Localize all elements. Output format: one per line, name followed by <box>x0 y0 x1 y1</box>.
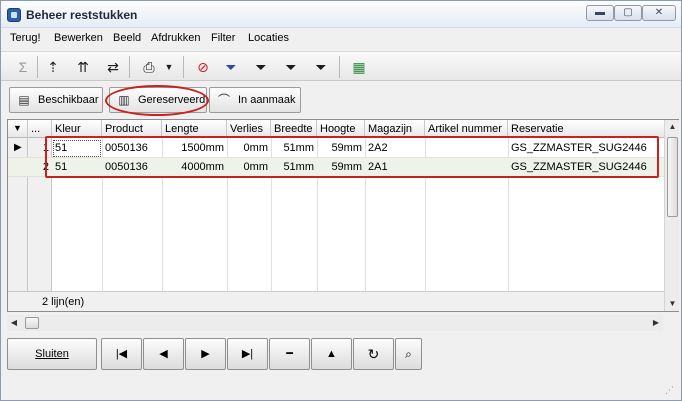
in-production-filter-button[interactable]: ⌒ In aanmaak <box>209 87 301 113</box>
sort-ascending-icon[interactable]: ⇡ <box>43 57 63 77</box>
sort-reset-icon[interactable]: ⇄ <box>103 57 123 77</box>
filter-price-icon[interactable]: ⏷ <box>251 57 271 77</box>
toolbar-separator <box>129 56 130 78</box>
app-icon <box>7 8 21 22</box>
toolbar-separator <box>37 56 38 78</box>
current-row-indicator-icon: ▶ <box>14 142 22 153</box>
in-production-label: In aanmaak <box>238 94 296 106</box>
menu-bar: Terug! Bewerken Beeld Afdrukken Filter L… <box>1 29 681 49</box>
available-label: Beschikbaar <box>38 94 99 106</box>
production-icon: ⌒ <box>217 93 230 107</box>
menu-afdrukken[interactable]: Afdrukken <box>151 32 201 44</box>
toolbar: Σ ⇡ ⇈ ⇄ ⎙ ▼ ⊘ ⏷ ⏷ ⏷ ⏷ ▦ <box>1 51 681 81</box>
toolbar-separator <box>339 56 340 78</box>
printer-icon[interactable]: ⎙ <box>139 57 159 77</box>
pieces-icon: ▤ <box>18 93 30 107</box>
last-record-icon[interactable]: ▶| <box>227 338 268 370</box>
reserved-highlight-ellipse <box>105 85 209 116</box>
row-count: 2 lijn(en) <box>42 296 85 308</box>
filter-bar: ▤ Beschikbaar ▥ Gereserveerd ⌒ In aanmaa… <box>1 83 681 117</box>
column-chooser-icon[interactable]: ▼ <box>8 120 28 138</box>
scroll-up-icon[interactable]: ▲ <box>665 120 680 134</box>
scroll-down-icon[interactable]: ▼ <box>665 297 680 311</box>
navigation-bar: Sluiten |◀ ◀ ▶ ▶| ━ ▲ ↻ ⌕ <box>1 334 681 374</box>
previous-record-icon[interactable]: ◀ <box>143 338 184 370</box>
first-record-icon[interactable]: |◀ <box>101 338 142 370</box>
grid-layout-icon[interactable]: ▦ <box>349 57 369 77</box>
filter-document-icon[interactable]: ⏷ <box>311 57 331 77</box>
toolbar-separator <box>183 56 184 78</box>
main-window: Beheer reststukken ▬ ▢ ✕ Terug! Bewerken… <box>0 0 682 401</box>
vertical-scrollbar[interactable]: ▲ ▼ <box>664 120 679 311</box>
edit-record-icon[interactable]: ▲ <box>311 338 352 370</box>
menu-bewerken[interactable]: Bewerken <box>54 32 103 44</box>
maximize-button[interactable]: ▢ <box>614 5 642 21</box>
resize-grip-icon[interactable]: ⋰ <box>665 385 677 397</box>
menu-terug[interactable]: Terug! <box>10 32 41 44</box>
available-filter-button[interactable]: ▤ Beschikbaar <box>9 87 103 113</box>
filter-color-icon[interactable]: ⏷ <box>221 57 241 77</box>
menu-filter[interactable]: Filter <box>211 32 235 44</box>
filter-barcode-icon[interactable]: ⏷ <box>281 57 301 77</box>
sum-icon[interactable]: Σ <box>13 57 33 77</box>
horizontal-scrollbar[interactable]: ◀ ▶ <box>7 315 663 331</box>
title-bar: Beheer reststukken ▬ ▢ ✕ <box>1 1 681 28</box>
close-button[interactable]: Sluiten <box>7 338 97 370</box>
printer-dropdown-icon[interactable]: ▼ <box>163 57 175 77</box>
close-button-label: Sluiten <box>35 348 69 360</box>
vertical-scroll-thumb[interactable] <box>667 137 678 217</box>
horizontal-scroll-thumb[interactable] <box>25 317 39 329</box>
minimize-button[interactable]: ▬ <box>586 5 614 21</box>
binoculars-icon[interactable]: ⌕ <box>395 338 422 370</box>
delete-record-icon[interactable]: ━ <box>269 338 310 370</box>
refresh-icon[interactable]: ↻ <box>353 338 394 370</box>
grid-footer: 2 lijn(en) <box>8 291 664 311</box>
menu-beeld[interactable]: Beeld <box>113 32 141 44</box>
close-window-button[interactable]: ✕ <box>642 5 676 21</box>
sort-multi-icon[interactable]: ⇈ <box>73 57 93 77</box>
menu-locaties[interactable]: Locaties <box>248 32 289 44</box>
scroll-left-icon[interactable]: ◀ <box>7 315 21 331</box>
scroll-right-icon[interactable]: ▶ <box>649 315 663 331</box>
window-title: Beheer reststukken <box>26 8 138 22</box>
next-record-icon[interactable]: ▶ <box>185 338 226 370</box>
rows-highlight-box <box>45 136 659 178</box>
no-filter-icon[interactable]: ⊘ <box>193 57 213 77</box>
